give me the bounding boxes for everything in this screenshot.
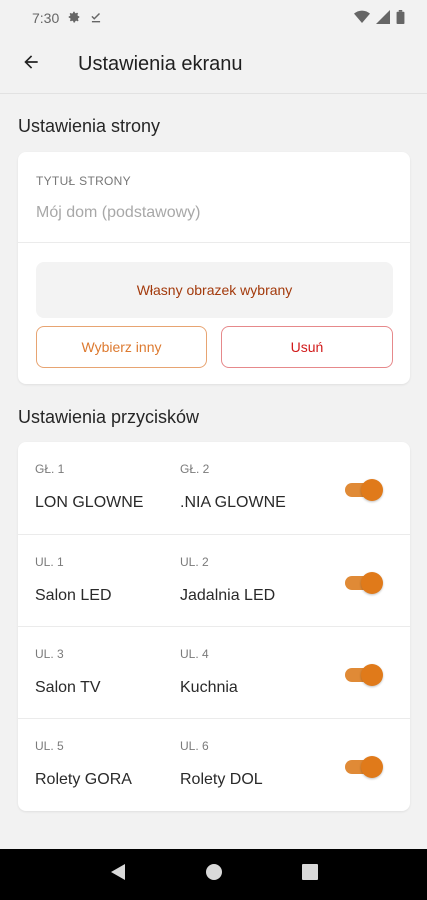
button-name-left: Salon LED xyxy=(35,587,112,604)
choose-other-image-button[interactable]: Wybierz inny xyxy=(36,326,207,368)
button-settings-card: GŁ. 1 LON GLOWNE GŁ. 2 .NIA GLOWNE UL. 1… xyxy=(18,442,410,811)
app-bar: Ustawienia ekranu xyxy=(0,36,427,94)
back-triangle-icon[interactable] xyxy=(110,863,126,886)
list-item: UL. 1 Salon LED UL. 2 Jadalnia LED xyxy=(18,535,410,627)
button-name-left: Salon TV xyxy=(35,679,101,696)
button-label-right: UL. 6 xyxy=(180,739,209,753)
status-time: 7:30 xyxy=(32,10,60,26)
button-label-left: UL. 3 xyxy=(35,647,64,661)
button-label-right: UL. 2 xyxy=(180,555,209,569)
status-bar: 7:30 xyxy=(0,0,427,36)
toggle-thumb xyxy=(361,572,383,594)
toggle-thumb xyxy=(361,756,383,778)
home-circle-icon[interactable] xyxy=(205,863,223,886)
system-nav-bar xyxy=(0,849,427,900)
toggle-thumb xyxy=(361,664,383,686)
list-item: UL. 5 Rolety GORA UL. 6 Rolety DOL xyxy=(18,719,410,811)
row-toggle-switch[interactable] xyxy=(345,479,383,501)
row-toggle-switch[interactable] xyxy=(345,572,383,594)
wifi-icon xyxy=(354,10,370,27)
list-item: GŁ. 1 LON GLOWNE GŁ. 2 .NIA GLOWNE xyxy=(18,442,410,534)
row-toggle-switch[interactable] xyxy=(345,756,383,778)
button-name-right: Rolety DOL xyxy=(180,771,263,788)
button-label-right: UL. 4 xyxy=(180,647,209,661)
page-settings-card: TYTUŁ STRONY Mój dom (podstawowy) Własny… xyxy=(18,152,410,384)
button-label-left: UL. 5 xyxy=(35,739,64,753)
section-title-button-settings: Ustawienia przycisków xyxy=(18,407,200,427)
custom-image-status: Własny obrazek wybrany xyxy=(36,262,393,318)
button-name-right: .NIA GLOWNE xyxy=(180,494,286,511)
recents-square-icon[interactable] xyxy=(301,864,318,885)
arrow-back-icon xyxy=(21,52,41,77)
toggle-thumb xyxy=(361,479,383,501)
page-title: Ustawienia ekranu xyxy=(78,53,243,75)
button-label-left: UL. 1 xyxy=(35,555,64,569)
signal-icon xyxy=(376,9,390,27)
row-toggle-switch[interactable] xyxy=(345,664,383,686)
button-name-right: Jadalnia LED xyxy=(180,587,276,604)
divider xyxy=(18,242,410,243)
remove-image-button[interactable]: Usuń xyxy=(221,326,393,368)
button-name-left: LON GLOWNE xyxy=(35,494,144,511)
settings-icon xyxy=(67,10,81,27)
download-done-icon xyxy=(89,10,103,27)
page-title-field[interactable]: Mój dom (podstawowy) xyxy=(36,204,201,222)
section-title-page-settings: Ustawienia strony xyxy=(18,116,161,136)
page-title-field-label: TYTUŁ STRONY xyxy=(36,174,131,188)
list-item: UL. 3 Salon TV UL. 4 Kuchnia xyxy=(18,627,410,719)
back-button[interactable] xyxy=(0,36,62,94)
battery-icon xyxy=(396,9,405,27)
button-name-right: Kuchnia xyxy=(180,679,238,696)
button-label-left: GŁ. 1 xyxy=(35,462,65,476)
button-name-left: Rolety GORA xyxy=(35,771,132,788)
button-label-right: GŁ. 2 xyxy=(180,462,210,476)
